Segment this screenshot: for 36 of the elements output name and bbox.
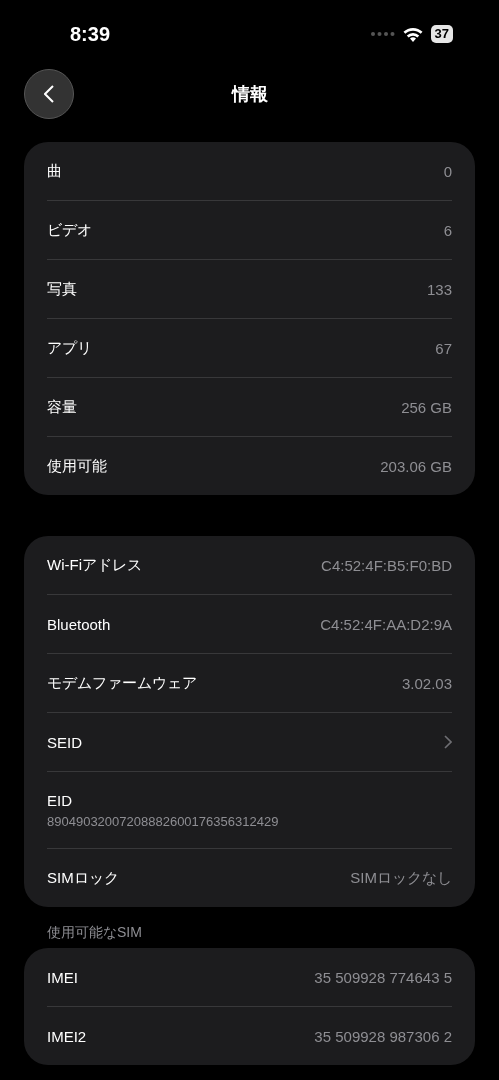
row-value: C4:52:4F:B5:F0:BD xyxy=(321,556,452,574)
row-label: EID xyxy=(47,791,73,809)
row-label: Bluetooth xyxy=(47,615,111,633)
row-label: 曲 xyxy=(47,161,62,181)
row-value: 203.06 GB xyxy=(380,457,452,475)
page-title: 情報 xyxy=(231,83,268,106)
row-label: SIMロック xyxy=(47,868,119,888)
row-value: 256 GB xyxy=(401,398,452,416)
row-label: 使用可能 xyxy=(47,456,107,476)
section-header: 使用可能なSIM xyxy=(47,924,143,942)
row-value: 0 xyxy=(443,162,452,180)
back-button[interactable] xyxy=(24,69,74,119)
row-label: ビデオ xyxy=(47,220,92,240)
row-value: 133 xyxy=(426,280,452,298)
wifi-icon xyxy=(402,26,423,42)
row-value: C4:52:4F:AA:D2:9A xyxy=(320,615,452,633)
chevron-left-icon xyxy=(44,85,54,103)
row-label: 容量 xyxy=(47,397,77,417)
row-label: IMEI2 xyxy=(47,1027,87,1045)
row-label: アプリ xyxy=(47,338,92,358)
row-label: IMEI xyxy=(47,968,78,986)
row-value: 89049032007208882600176356312429 xyxy=(47,813,279,829)
row-label: Wi-Fiアドレス xyxy=(47,555,142,575)
signal-icon xyxy=(370,32,395,36)
battery-indicator: 37 xyxy=(430,25,453,43)
row-value: 6 xyxy=(443,221,452,239)
row-label: 写真 xyxy=(47,279,77,299)
row-label: モデムファームウェア xyxy=(47,673,197,693)
row-value: 67 xyxy=(435,339,452,357)
row-value: SIMロックなし xyxy=(350,868,452,888)
status-time: 8:39 xyxy=(70,22,111,46)
chevron-right-icon xyxy=(444,735,452,749)
row-label[interactable]: SEID xyxy=(47,733,82,751)
row-value: 35 509928 987306 2 xyxy=(314,1027,452,1045)
row-value: 3.02.03 xyxy=(401,674,452,692)
row-value: 35 509928 774643 5 xyxy=(314,968,452,986)
